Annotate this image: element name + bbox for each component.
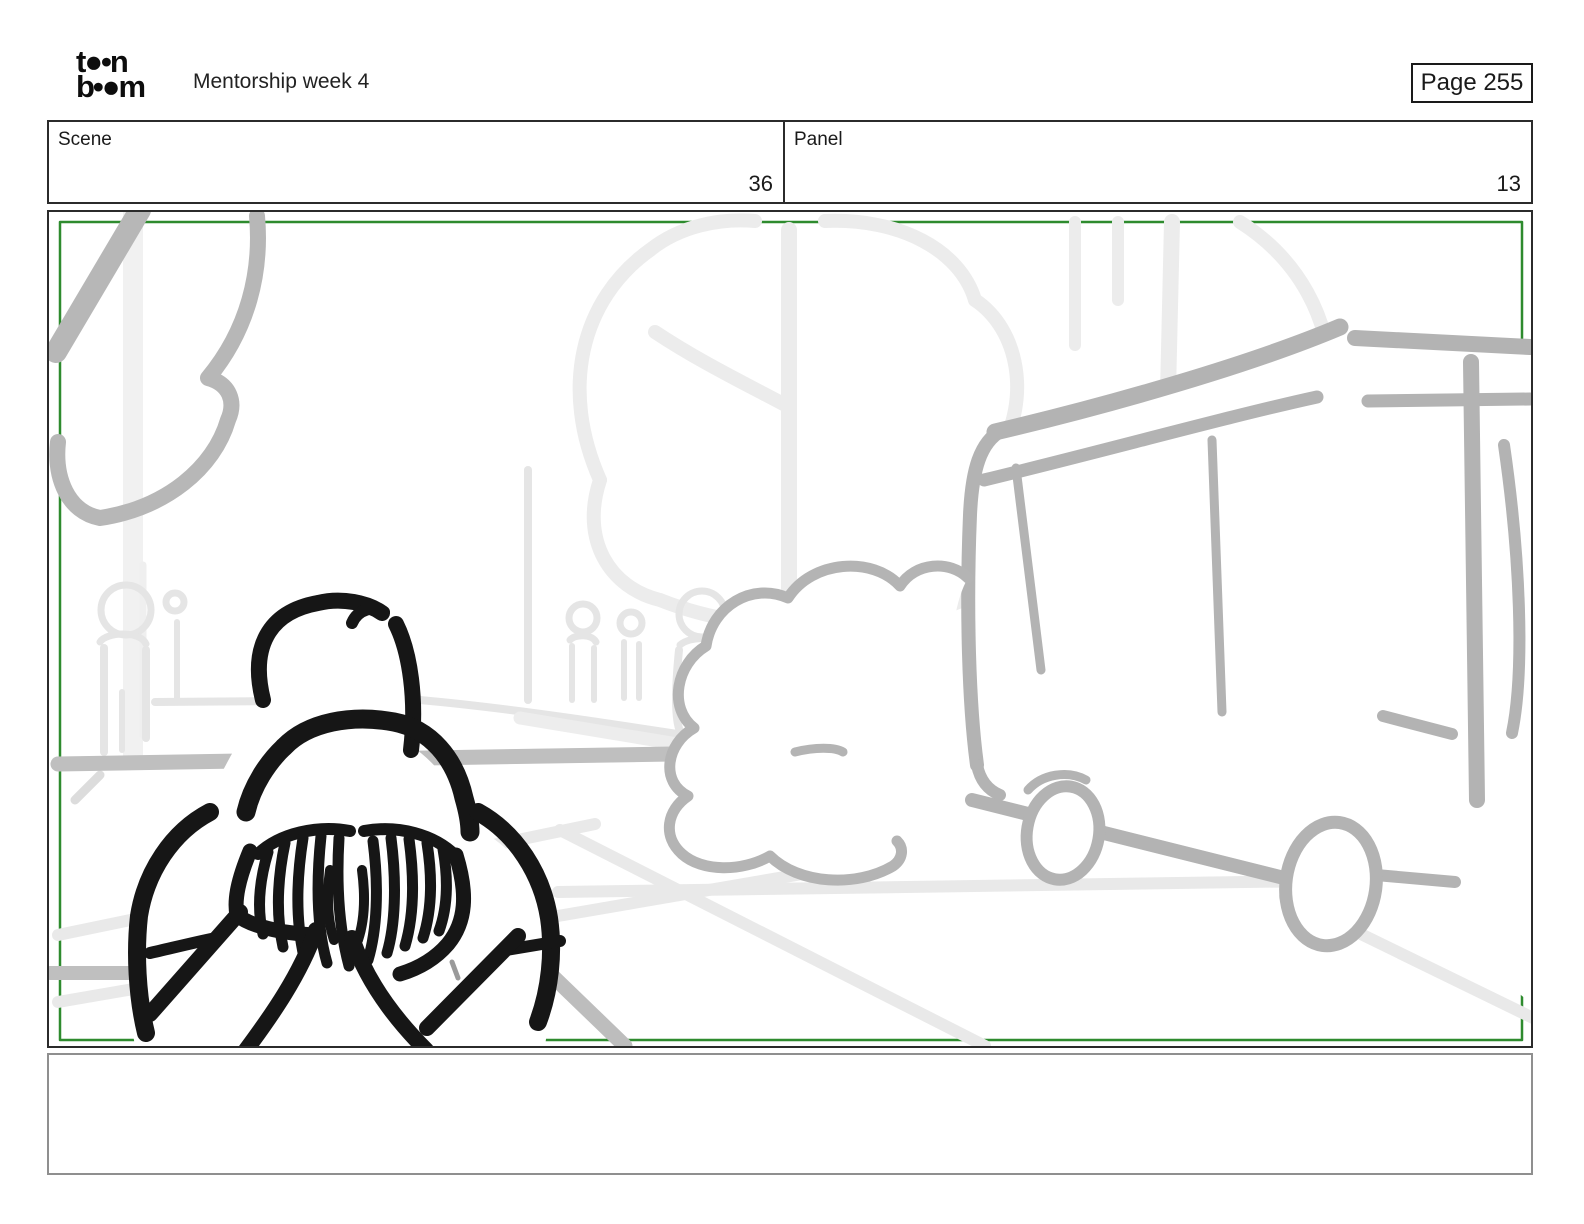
character-sketch bbox=[128, 592, 566, 1046]
scene-value: 36 bbox=[748, 171, 773, 196]
project-title: Mentorship week 4 bbox=[193, 70, 370, 93]
scene-cell: Scene 36 bbox=[49, 122, 785, 202]
cloud-sketch bbox=[663, 560, 974, 886]
scene-label: Scene bbox=[58, 129, 112, 150]
storyboard-drawing bbox=[49, 212, 1531, 1046]
scene-panel-table: Scene 36 Panel 13 bbox=[47, 120, 1533, 204]
toonboom-logo: t●•n b•●m bbox=[76, 46, 146, 104]
storyboard-page: t●•n b•●m Mentorship week 4 Page 255 Sce… bbox=[0, 0, 1584, 1224]
panel-cell: Panel 13 bbox=[785, 122, 1531, 202]
foreground-tree-sketch bbox=[49, 212, 266, 526]
page-number-label: Page 255 bbox=[1420, 69, 1524, 96]
page-number-box: Page 255 bbox=[1411, 63, 1533, 103]
bus-sketch bbox=[961, 318, 1531, 1004]
storyboard-panel bbox=[47, 210, 1533, 1048]
caption-box bbox=[47, 1053, 1533, 1175]
panel-value: 13 bbox=[1496, 171, 1521, 196]
panel-label: Panel bbox=[794, 129, 843, 150]
toonboom-logo-line2: b•●m bbox=[76, 68, 146, 104]
